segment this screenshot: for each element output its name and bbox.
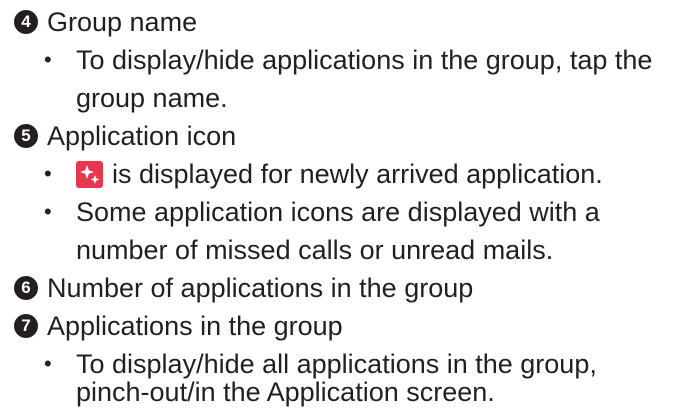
bullet-text: is displayed for newly arrived applicati… <box>112 159 603 189</box>
bullet-marker: • <box>44 161 52 186</box>
item-application-icon-heading: 5 Application icon <box>14 117 236 155</box>
circled-number-4: 4 <box>14 10 38 34</box>
item-group-name-heading: 4 Group name <box>14 3 197 41</box>
item-title: Group name <box>47 7 198 37</box>
bullet-text: To display/hide applications in the grou… <box>76 45 653 75</box>
bullet-text: group name. <box>76 83 228 113</box>
document-page: 4 Group name • To display/hide applicati… <box>0 0 681 411</box>
circled-number-7: 7 <box>14 314 38 338</box>
bullet-item: • is displayed for newly arrived applica… <box>44 155 603 193</box>
circled-number-6: 6 <box>14 276 38 300</box>
bullet-text: Some application icons are displayed wit… <box>76 197 600 227</box>
bullet-item: • To display/hide applications in the gr… <box>44 41 652 79</box>
bullet-continuation: pinch-out/in the Application screen. <box>76 373 495 411</box>
bullet-marker: • <box>44 199 52 224</box>
item-title: Number of applications in the group <box>47 273 474 303</box>
item-applications-in-group-heading: 7 Applications in the group <box>14 307 343 345</box>
bullet-text: number of missed calls or unread mails. <box>76 235 554 265</box>
bullet-text: pinch-out/in the Application screen. <box>76 377 495 407</box>
bullet-marker: • <box>44 47 52 72</box>
new-arrival-sparkle-icon <box>76 160 103 188</box>
bullet-item: • Some application icons are displayed w… <box>44 193 600 231</box>
item-title: Applications in the group <box>47 311 343 341</box>
circled-number-5: 5 <box>14 124 38 148</box>
bullet-continuation: number of missed calls or unread mails. <box>76 231 553 269</box>
bullet-marker: • <box>44 351 52 376</box>
item-number-of-applications-heading: 6 Number of applications in the group <box>14 269 473 307</box>
item-title: Application icon <box>47 121 237 151</box>
bullet-continuation: group name. <box>76 79 228 117</box>
